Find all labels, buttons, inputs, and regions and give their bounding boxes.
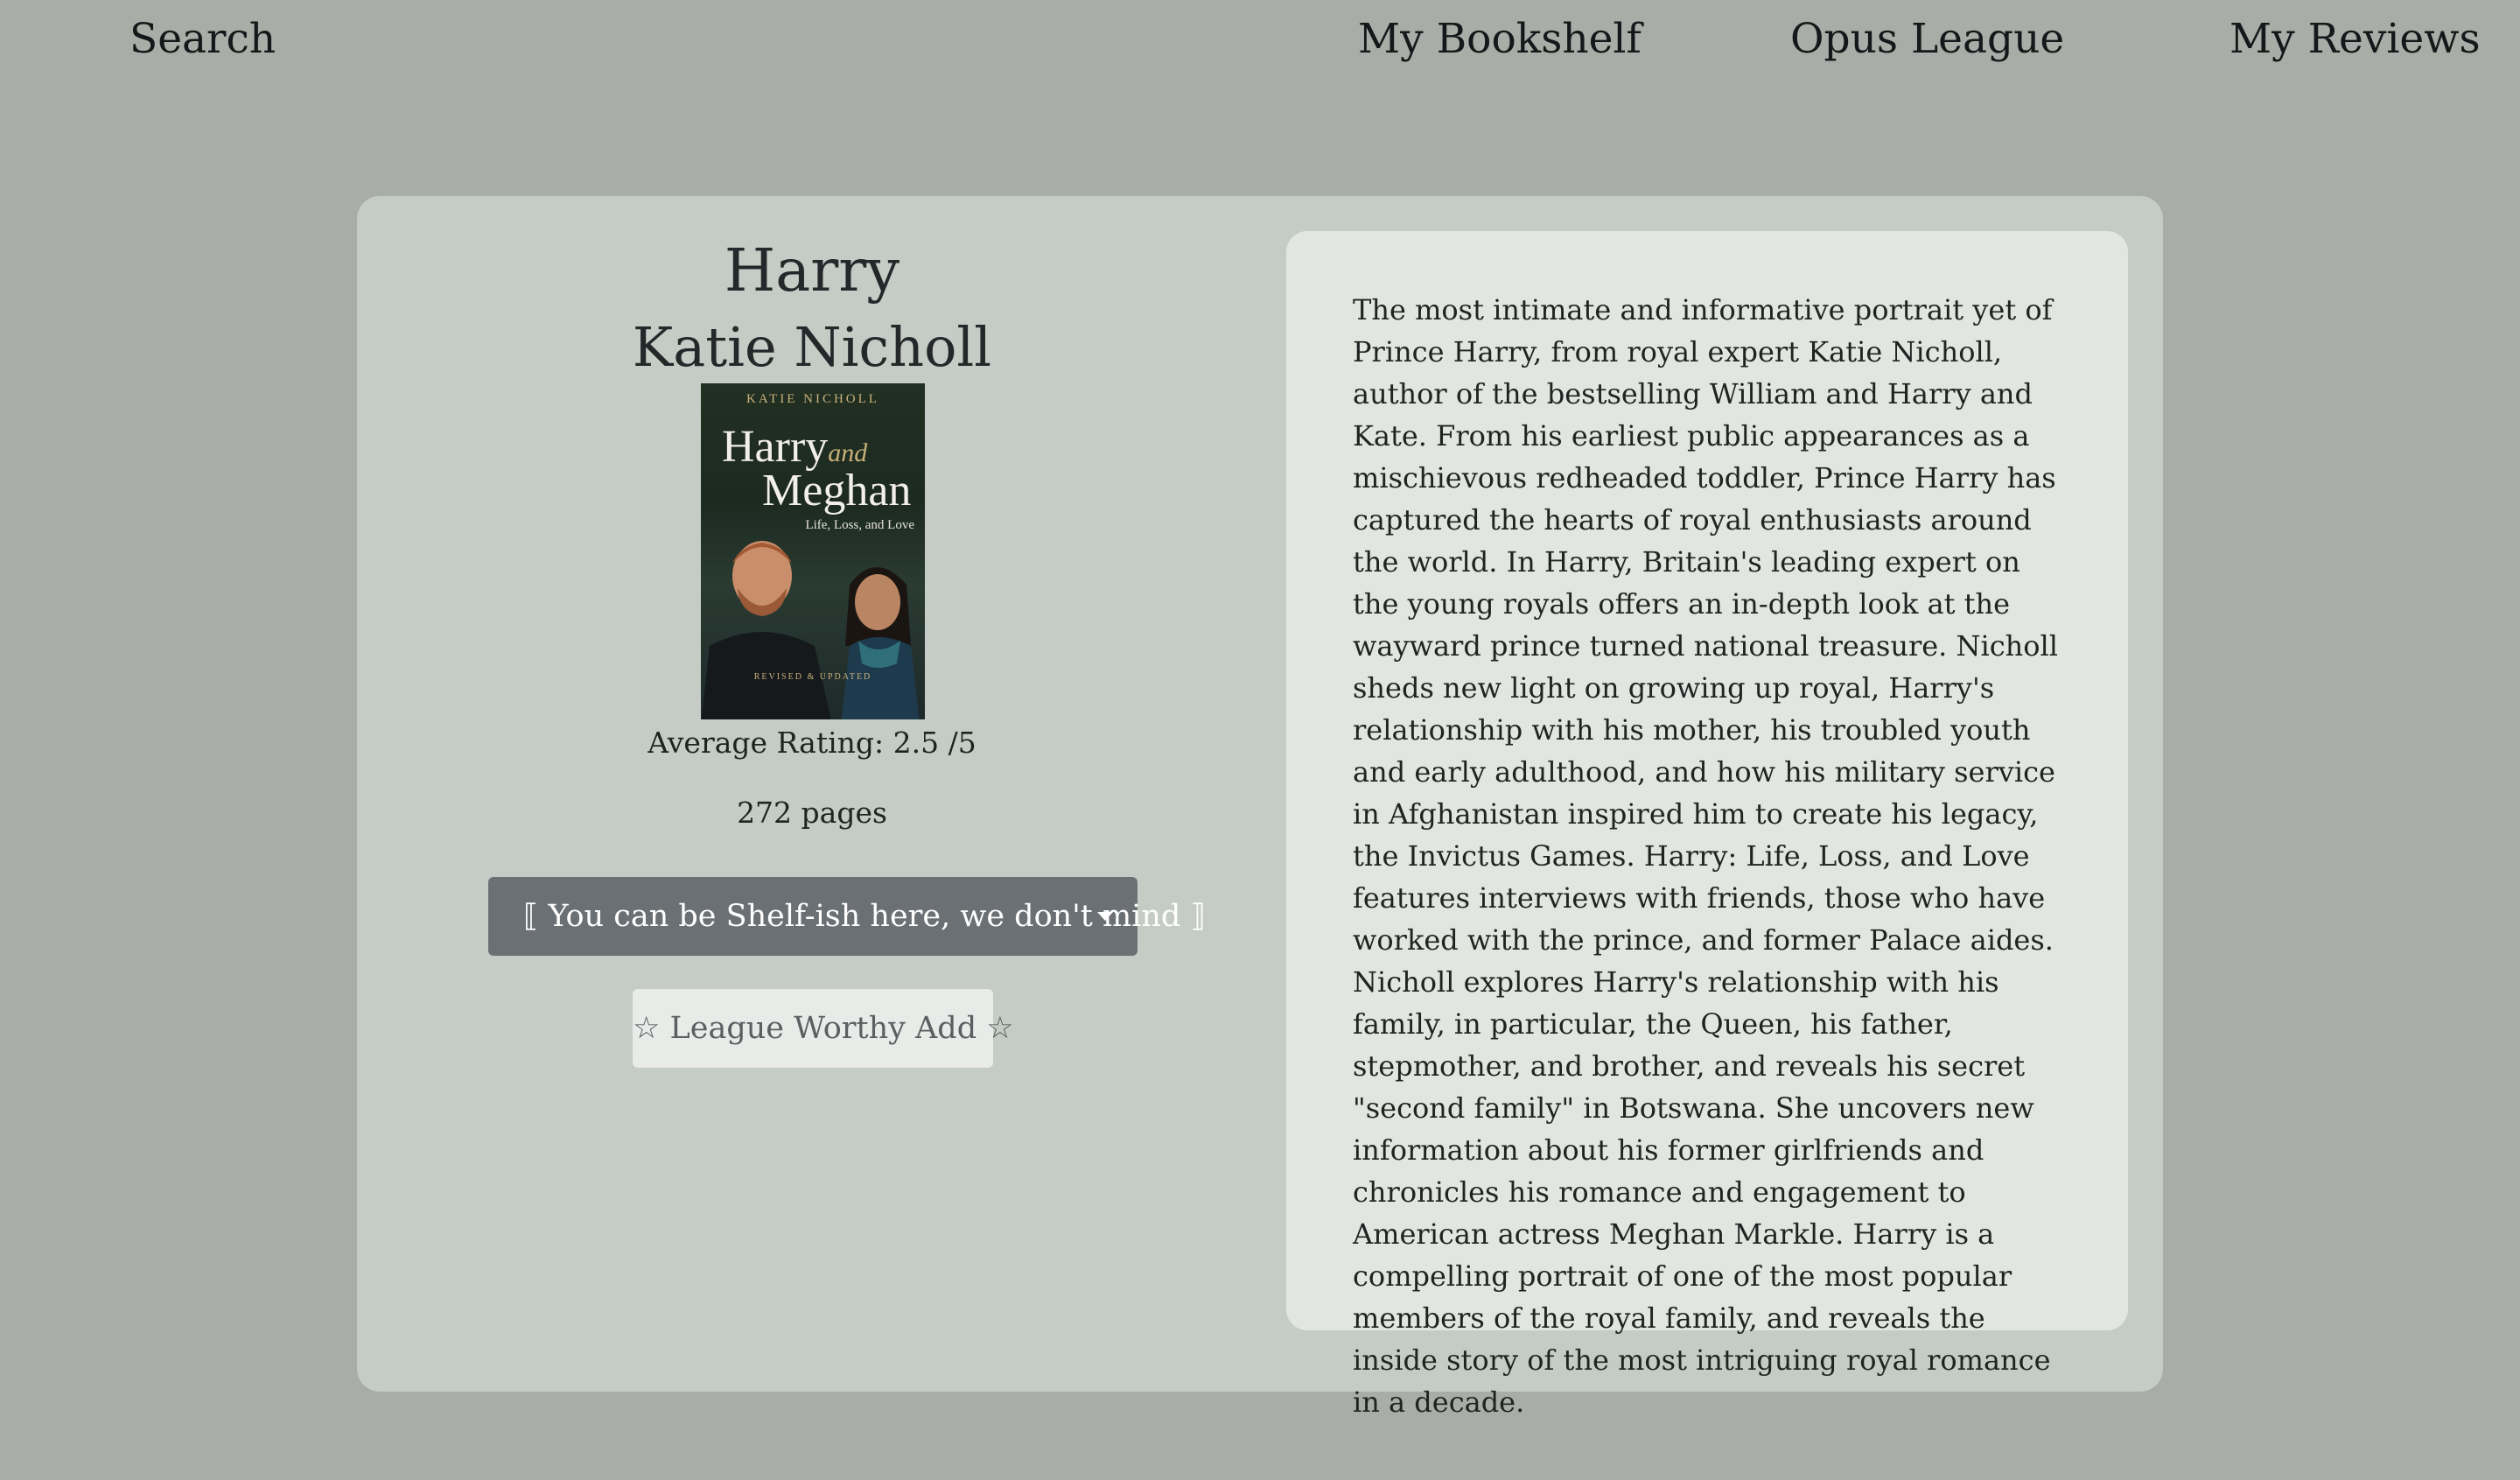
cover-figure-harry bbox=[701, 541, 831, 719]
cover-title-and: and bbox=[828, 438, 868, 467]
book-author: Katie Nicholl bbox=[632, 315, 992, 379]
page-count: 272 pages bbox=[737, 796, 887, 830]
shelf-select-dropdown[interactable]: ⟦ You can be Shelf-ish here, we don't mi… bbox=[488, 877, 1206, 956]
average-rating: Average Rating: 2.5 /5 bbox=[648, 726, 976, 760]
book-description-panel: The most intimate and informative portra… bbox=[1286, 231, 2128, 1419]
league-worthy-add-button[interactable]: ☆ League Worthy Add ☆ bbox=[633, 989, 1014, 1068]
cover-figure-meghan bbox=[841, 567, 920, 719]
book-info-column: Harry Katie Nicholl KATIE NICHOLL Harrya… bbox=[357, 196, 1267, 1392]
book-description: The most intimate and informative portra… bbox=[1353, 293, 2059, 1419]
caret-down-icon bbox=[1097, 912, 1113, 921]
cover-title-harry: Harry bbox=[722, 422, 829, 472]
cover-author-text: KATIE NICHOLL bbox=[746, 392, 879, 406]
nav-search-link[interactable]: Search bbox=[130, 9, 276, 70]
nav-my-reviews-link[interactable]: My Reviews bbox=[2230, 9, 2481, 70]
book-detail-card: Harry Katie Nicholl KATIE NICHOLL Harrya… bbox=[357, 196, 2163, 1419]
book-title: Harry bbox=[724, 236, 900, 305]
nav-my-bookshelf-link[interactable]: My Bookshelf bbox=[1358, 9, 1642, 70]
book-cover-image: KATIE NICHOLL Harryand Meghan Life, Loss… bbox=[701, 383, 925, 719]
cover-badge-text: REVISED & UPDATED bbox=[753, 672, 872, 682]
cover-title-line2: Meghan bbox=[762, 466, 912, 516]
nav-opus-league-link[interactable]: Opus League bbox=[1790, 9, 2064, 70]
